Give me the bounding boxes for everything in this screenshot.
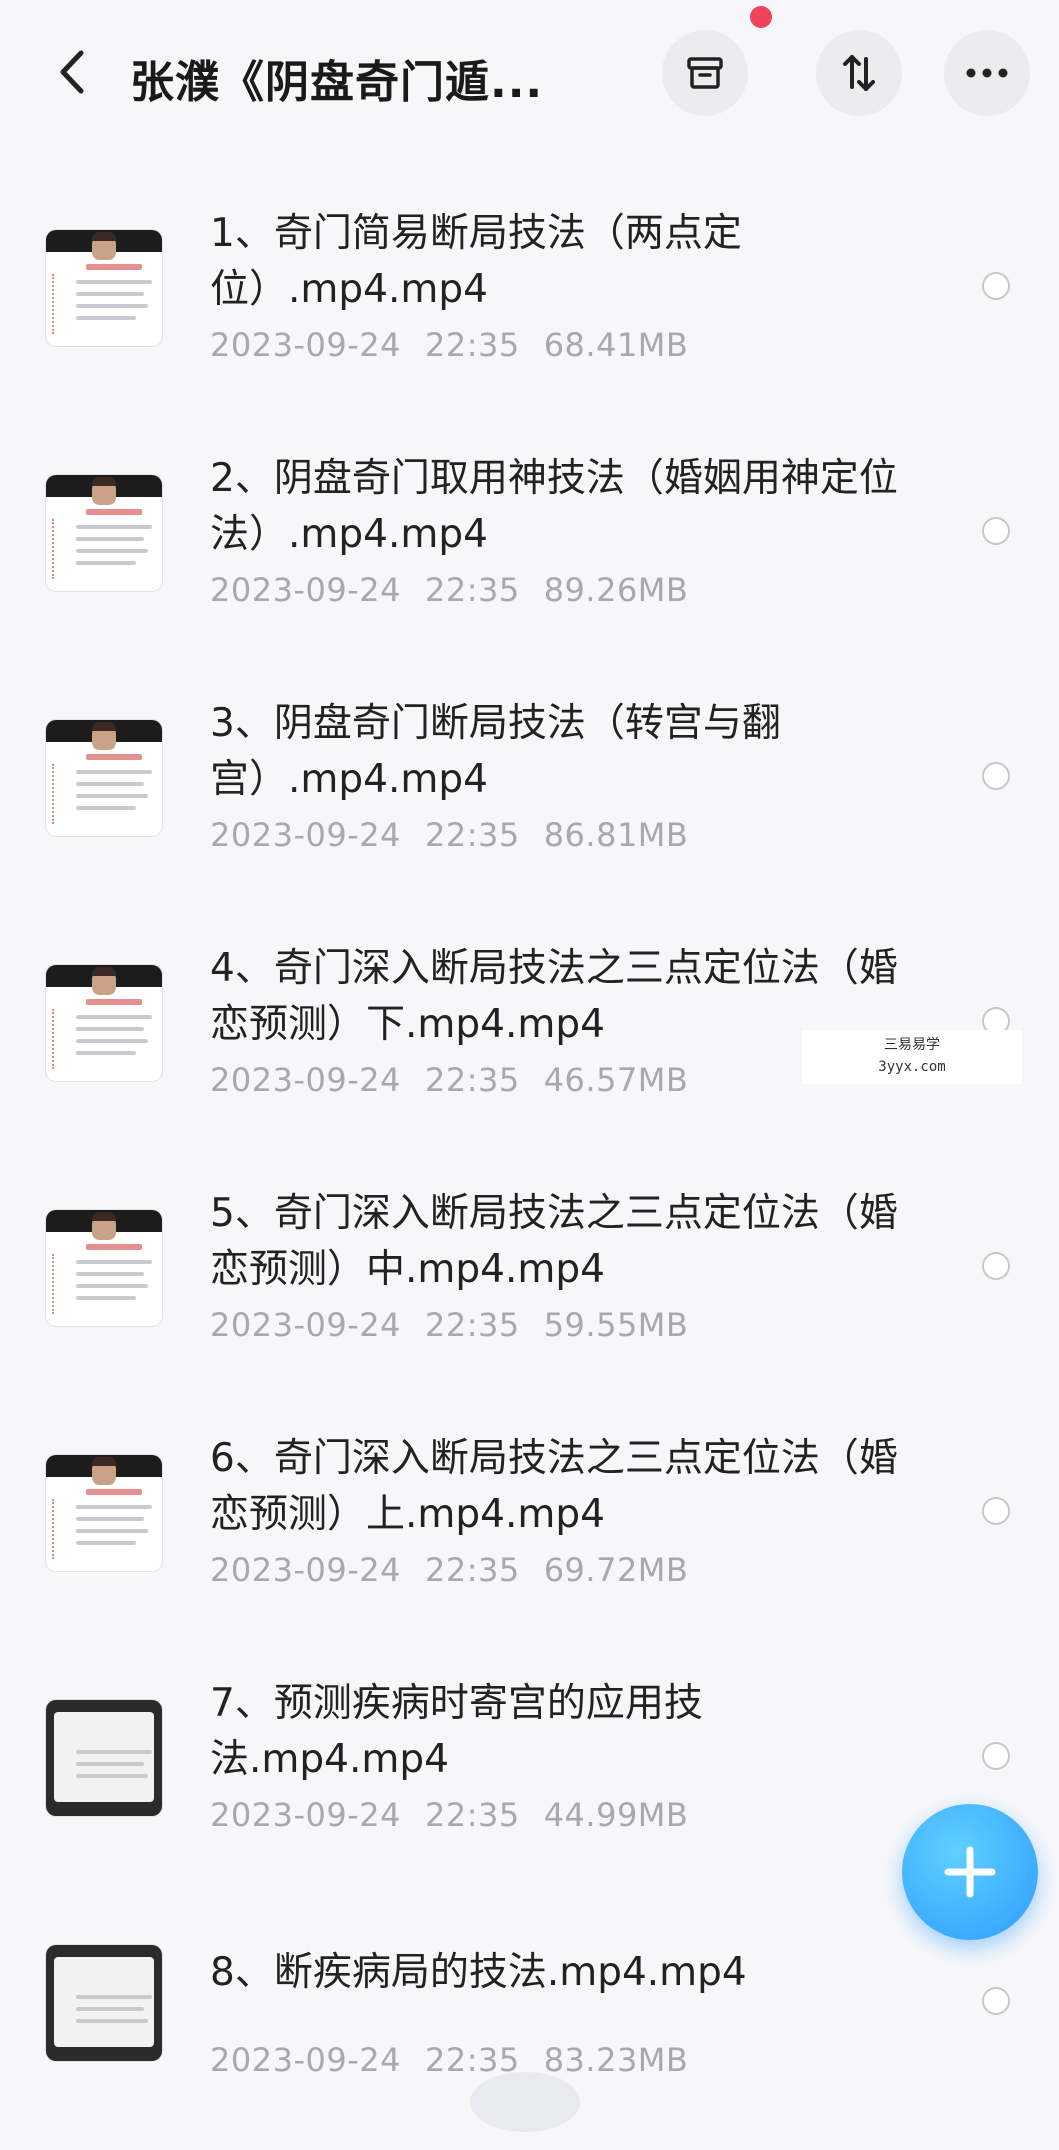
file-size: 83.23MB	[543, 2041, 689, 2079]
file-size: 46.57MB	[543, 1061, 689, 1099]
file-meta: 2023-09-24 22:35 44.99MB	[210, 1796, 712, 1834]
file-name: 3、阴盘奇门断局技法（转宫与翻宫）.mp4.mp4	[210, 701, 781, 802]
file-size: 59.55MB	[543, 1306, 689, 1344]
list-item[interactable]: 7、预测疾病时寄宫的应用技法.mp4.mp4 2023-09-24 22:35 44…	[0, 1660, 1059, 1905]
sort-arrows-icon	[843, 55, 875, 91]
chevron-left-icon	[60, 50, 84, 94]
file-meta: 2023-09-24 22:35 89.26MB	[210, 571, 712, 609]
file-date: 2023-09-24	[210, 1551, 401, 1589]
bottom-decoration	[470, 2072, 580, 2132]
notification-dot	[750, 6, 772, 28]
select-radio[interactable]	[982, 1987, 1010, 2015]
more-dots-icon	[966, 68, 1008, 78]
file-date: 2023-09-24	[210, 816, 401, 854]
file-time: 22:35	[424, 816, 520, 854]
file-list: 1、奇门简易断局技法（两点定位）.mp4.mp4 2023-09-24 22:35…	[0, 190, 1059, 2150]
file-time: 22:35	[424, 1306, 520, 1344]
watermark: 三易易学 3yyx.com	[802, 1030, 1022, 1084]
file-time: 22:35	[424, 326, 520, 364]
watermark-line1: 三易易学	[884, 1037, 940, 1053]
file-time: 22:35	[424, 1061, 520, 1099]
list-item[interactable]: 2、阴盘奇门取用神技法（婚姻用神定位法）.mp4.mp4 2023-09-24 2…	[0, 435, 1059, 680]
select-radio[interactable]	[982, 762, 1010, 790]
file-name: 6、奇门深入断局技法之三点定位法（婚恋预测）上.mp4.mp4	[210, 1436, 898, 1537]
file-size: 69.72MB	[543, 1551, 689, 1589]
file-size: 86.81MB	[543, 816, 689, 854]
file-date: 2023-09-24	[210, 1306, 401, 1344]
file-meta: 2023-09-24 22:35 46.57MB	[210, 1061, 712, 1099]
file-meta: 2023-09-24 22:35 86.81MB	[210, 816, 712, 854]
video-thumbnail	[46, 1945, 162, 2061]
list-item[interactable]: 6、奇门深入断局技法之三点定位法（婚恋预测）上.mp4.mp4 2023-09-…	[0, 1415, 1059, 1660]
file-date: 2023-09-24	[210, 1061, 401, 1099]
sort-button[interactable]	[816, 30, 902, 116]
file-meta: 2023-09-24 22:35 68.41MB	[210, 326, 712, 364]
video-thumbnail	[46, 720, 162, 836]
add-button[interactable]	[902, 1804, 1038, 1940]
file-date: 2023-09-24	[210, 571, 401, 609]
list-item[interactable]: 3、阴盘奇门断局技法（转宫与翻宫）.mp4.mp4 2023-09-24 22:3…	[0, 680, 1059, 925]
file-time: 22:35	[424, 571, 520, 609]
select-radio[interactable]	[982, 517, 1010, 545]
video-thumbnail	[46, 1455, 162, 1571]
file-date: 2023-09-24	[210, 326, 401, 364]
back-button[interactable]	[44, 40, 100, 104]
video-thumbnail	[46, 1700, 162, 1816]
file-meta: 2023-09-24 22:35 69.72MB	[210, 1551, 712, 1589]
file-name: 8、断疾病局的技法.mp4.mp4	[210, 1950, 747, 1995]
archive-box-icon	[687, 57, 723, 89]
file-meta: 2023-09-24 22:35 83.23MB	[210, 2041, 712, 2079]
file-date: 2023-09-24	[210, 1796, 401, 1834]
video-thumbnail	[46, 1210, 162, 1326]
more-button[interactable]	[944, 30, 1030, 116]
plus-icon	[944, 1846, 996, 1898]
file-size: 68.41MB	[543, 326, 689, 364]
watermark-line2: 3yyx.com	[878, 1059, 946, 1075]
video-thumbnail	[46, 965, 162, 1081]
select-radio[interactable]	[982, 1742, 1010, 1770]
file-date: 2023-09-24	[210, 2041, 401, 2079]
file-size: 44.99MB	[543, 1796, 689, 1834]
video-thumbnail	[46, 230, 162, 346]
archive-button[interactable]	[662, 30, 748, 116]
file-name: 7、预测疾病时寄宫的应用技法.mp4.mp4	[210, 1681, 703, 1782]
file-name: 2、阴盘奇门取用神技法（婚姻用神定位法）.mp4.mp4	[210, 456, 898, 557]
file-meta: 2023-09-24 22:35 59.55MB	[210, 1306, 712, 1344]
select-radio[interactable]	[982, 1252, 1010, 1280]
top-bar: 张濮《阴盘奇门遁...	[0, 0, 1059, 150]
file-name: 1、奇门简易断局技法（两点定位）.mp4.mp4	[210, 211, 742, 312]
file-time: 22:35	[424, 1796, 520, 1834]
file-time: 22:35	[424, 1551, 520, 1589]
select-radio[interactable]	[982, 1497, 1010, 1525]
list-item[interactable]: 1、奇门简易断局技法（两点定位）.mp4.mp4 2023-09-24 22:35…	[0, 190, 1059, 435]
video-thumbnail	[46, 475, 162, 591]
list-item[interactable]: 5、奇门深入断局技法之三点定位法（婚恋预测）中.mp4.mp4 2023-09-…	[0, 1170, 1059, 1415]
file-name: 5、奇门深入断局技法之三点定位法（婚恋预测）中.mp4.mp4	[210, 1191, 898, 1292]
select-radio[interactable]	[982, 272, 1010, 300]
page-title: 张濮《阴盘奇门遁...	[130, 57, 544, 108]
file-size: 89.26MB	[543, 571, 689, 609]
